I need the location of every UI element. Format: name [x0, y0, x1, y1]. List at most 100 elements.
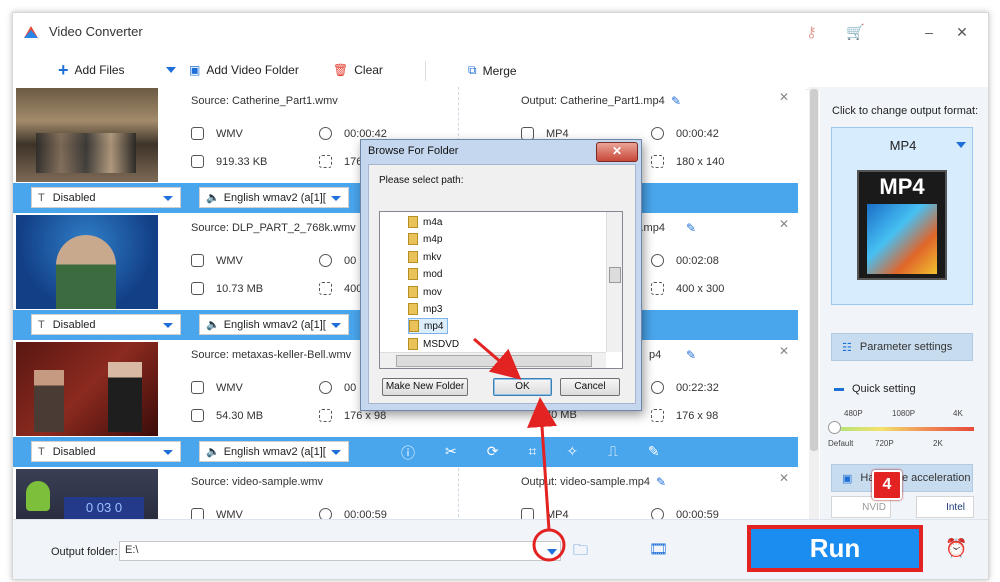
- add-video-folder-button[interactable]: ▣ Add Video Folder: [189, 63, 299, 77]
- subtitle-edit-icon[interactable]: ✎: [648, 443, 660, 463]
- resolution-icon: [319, 409, 332, 422]
- source-resolution: 400: [319, 282, 362, 295]
- folder-item-mp4[interactable]: mp4: [408, 318, 449, 334]
- effects-wand-icon[interactable]: ✧: [566, 443, 578, 463]
- intel-label: Intel: [946, 502, 965, 513]
- slider-knob[interactable]: [828, 421, 841, 434]
- slider-label-default: Default: [828, 439, 854, 448]
- clock-icon: [651, 508, 664, 519]
- folder-icon: [408, 303, 418, 315]
- merge-button[interactable]: ⧉ Merge: [468, 63, 517, 78]
- cart-icon[interactable]: 🛒: [846, 23, 865, 41]
- folder-item-mkv[interactable]: mkv: [408, 249, 445, 265]
- crop-icon[interactable]: ⌗: [528, 443, 536, 463]
- remove-item-icon[interactable]: ✕: [779, 217, 789, 231]
- minimize-button[interactable]: –: [918, 21, 940, 43]
- audio-track-dropdown[interactable]: 🔈 English wmav2 (a[1][: [199, 314, 349, 335]
- output-format-selector[interactable]: MP4 MP4: [831, 127, 973, 305]
- source-size-value: 54.30 MB: [216, 409, 264, 422]
- subtitle-value: Disabled: [52, 191, 96, 204]
- tree-vertical-scrollbar[interactable]: [606, 212, 622, 352]
- add-files-dropdown[interactable]: [166, 67, 176, 73]
- output-duration: 00:00:59: [651, 508, 719, 519]
- merge-icon: ⧉: [468, 63, 477, 77]
- output-folder-input[interactable]: E:\: [119, 541, 561, 561]
- scrollbar-thumb[interactable]: [396, 355, 592, 367]
- folder-item-m4a[interactable]: m4a: [408, 214, 446, 230]
- remove-item-icon[interactable]: ✕: [779, 471, 789, 485]
- folder-item-msdvd[interactable]: MSDVD: [408, 336, 463, 352]
- scrollbar-thumb[interactable]: [609, 267, 621, 283]
- video-folder-icon[interactable]: 🎞: [649, 540, 668, 558]
- audio-track-dropdown[interactable]: 🔈 English wmav2 (a[1][: [199, 441, 349, 462]
- edit-pencil-icon[interactable]: ✎: [686, 221, 696, 235]
- watermark-stamp-icon[interactable]: ⎍: [608, 443, 618, 463]
- chip-icon: ▣: [842, 472, 853, 485]
- folder-label: mp3: [423, 303, 443, 315]
- source-duration: 00: [319, 254, 356, 267]
- ok-button[interactable]: OK: [493, 378, 552, 396]
- video-format-icon: [191, 127, 204, 140]
- output-filename: Output: video-sample.mp4: [521, 476, 651, 488]
- folder-icon: [408, 251, 418, 263]
- open-folder-icon[interactable]: 🗀: [573, 540, 588, 565]
- clock-icon: [651, 127, 664, 140]
- folder-tree: m4a m4p mkv mod mov mp3 mp4 MSDVD: [379, 211, 623, 369]
- scrollbar-thumb[interactable]: [810, 89, 818, 451]
- edit-pencil-icon[interactable]: ✎: [656, 475, 666, 489]
- folder-item-mod[interactable]: mod: [408, 266, 446, 282]
- parameter-settings-button[interactable]: ☷ Parameter settings: [831, 333, 973, 361]
- output-folder-dropdown-icon[interactable]: [547, 549, 557, 555]
- quality-slider[interactable]: [828, 421, 974, 434]
- close-button[interactable]: ✕: [951, 21, 973, 43]
- scissors-icon[interactable]: ✂: [445, 443, 457, 463]
- thumbnail-android-robot: [26, 481, 50, 511]
- chevron-down-icon: [331, 323, 341, 328]
- output-duration: 00:22:32: [651, 381, 719, 394]
- subtitle-dropdown[interactable]: T Disabled: [31, 187, 181, 208]
- video-format-icon: [191, 254, 204, 267]
- source-format-value: WMV: [216, 508, 243, 520]
- video-thumbnail[interactable]: 0 03 0: [16, 469, 158, 519]
- output-filename: Output: Catherine_Part1.mp4: [521, 95, 665, 107]
- video-thumbnail[interactable]: [16, 215, 158, 309]
- dialog-close-button[interactable]: ✕: [596, 142, 638, 162]
- output-format-value: MP4: [546, 508, 569, 520]
- run-button[interactable]: Run: [747, 525, 923, 572]
- video-thumbnail[interactable]: [16, 88, 158, 182]
- source-filename: Source: DLP_PART_2_768k.wmv: [191, 222, 356, 234]
- info-icon[interactable]: ⓘ: [401, 443, 415, 463]
- source-duration: 00: [319, 381, 356, 394]
- nvidia-label: NVID: [862, 502, 886, 513]
- folder-item-m4p[interactable]: m4p: [408, 231, 446, 247]
- alarm-clock-icon[interactable]: ⏰: [945, 538, 967, 559]
- key-icon[interactable]: ⚷: [806, 23, 817, 41]
- text-icon: T: [38, 318, 45, 331]
- remove-item-icon[interactable]: ✕: [779, 344, 789, 358]
- intel-option[interactable]: Intel: [916, 496, 974, 518]
- video-thumbnail[interactable]: [16, 342, 158, 436]
- hardware-acceleration-button[interactable]: ▣ Hardware acceleration: [831, 464, 973, 492]
- folder-label: mp4: [424, 320, 444, 332]
- remove-item-icon[interactable]: ✕: [779, 90, 789, 104]
- add-files-button[interactable]: + Add Files: [58, 61, 125, 79]
- tree-horizontal-scrollbar[interactable]: [380, 352, 606, 368]
- subtitle-dropdown[interactable]: T Disabled: [31, 314, 181, 335]
- chevron-down-icon: [163, 450, 173, 455]
- speaker-icon: 🔈: [206, 319, 220, 331]
- folder-label: mod: [423, 268, 443, 280]
- audio-track-dropdown[interactable]: 🔈 English wmav2 (a[1][: [199, 187, 349, 208]
- folder-item-mp3[interactable]: mp3: [408, 301, 446, 317]
- clock-icon: [319, 381, 332, 394]
- folder-item-mov[interactable]: mov: [408, 284, 446, 300]
- clear-button[interactable]: 🗑 Clear: [333, 63, 383, 77]
- video-format-icon: [191, 381, 204, 394]
- rotate-icon[interactable]: ⟳: [487, 443, 499, 463]
- edit-pencil-icon[interactable]: ✎: [686, 348, 696, 362]
- file-list-scrollbar[interactable]: [809, 87, 819, 519]
- make-new-folder-button[interactable]: Make New Folder: [382, 378, 468, 396]
- cancel-button[interactable]: Cancel: [560, 378, 620, 396]
- subtitle-dropdown[interactable]: T Disabled: [31, 441, 181, 462]
- source-duration-value: 00: [344, 381, 357, 394]
- edit-pencil-icon[interactable]: ✎: [671, 94, 681, 108]
